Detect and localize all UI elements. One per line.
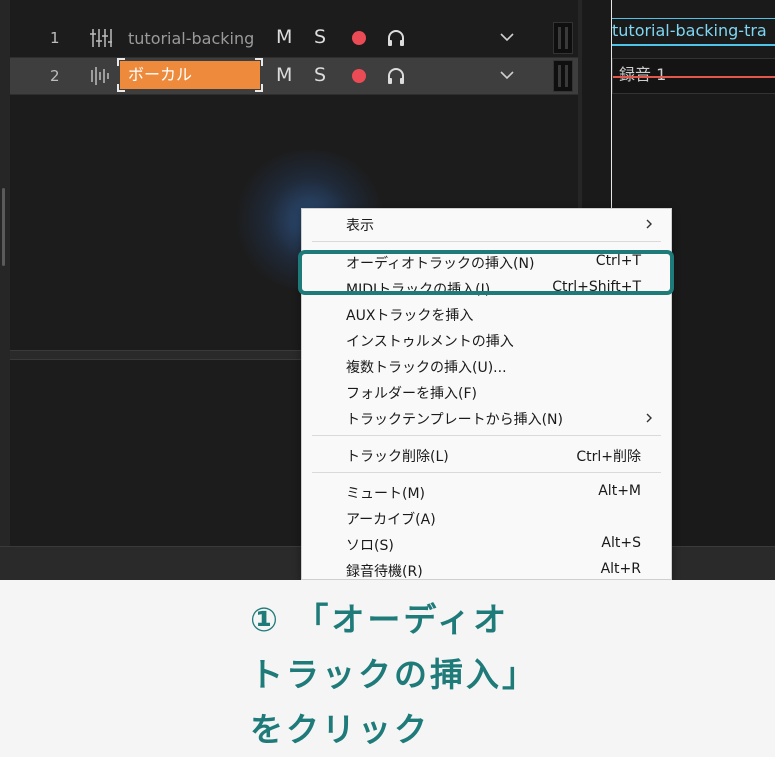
fader-icon bbox=[90, 29, 112, 47]
chevron-down-icon[interactable] bbox=[500, 70, 514, 80]
record-icon[interactable] bbox=[352, 69, 366, 83]
track-number: 2 bbox=[50, 67, 60, 85]
left-strip bbox=[0, 0, 10, 580]
caption-line: トラックの挿入」 bbox=[250, 655, 538, 694]
menu-item-label: インストゥルメントの挿入 bbox=[346, 334, 514, 350]
menu-item-label: AUXトラックを挿入 bbox=[346, 308, 474, 324]
tutorial-caption: ① 「オーディオ トラックの挿入」 をクリック bbox=[250, 592, 750, 757]
menu-item-label: 録音待機(R) bbox=[346, 564, 423, 580]
level-meter bbox=[553, 22, 573, 54]
resize-handle[interactable] bbox=[2, 188, 5, 266]
solo-button[interactable]: S bbox=[314, 26, 326, 48]
track-name[interactable]: tutorial-backing bbox=[128, 29, 254, 48]
daw-window: 1 tutorial-backing M S 2 ボーカル M S tutori… bbox=[0, 0, 775, 580]
level-meter bbox=[553, 60, 573, 92]
audio-clip-2[interactable]: 録音 1 bbox=[612, 58, 775, 94]
menu-item-label: フォルダーを挿入(F) bbox=[346, 386, 477, 402]
menu-item-shortcut: Alt+R bbox=[600, 561, 641, 577]
menu-item-record-arm[interactable]: 録音待機(R) Alt+R bbox=[302, 557, 671, 580]
menu-item-label: トラックテンプレートから挿入(N) bbox=[346, 412, 563, 428]
track-number: 1 bbox=[50, 29, 60, 47]
mute-button[interactable]: M bbox=[276, 64, 292, 86]
menu-item-archive[interactable]: アーカイブ(A) bbox=[302, 505, 671, 531]
caption-line: をクリック bbox=[250, 710, 430, 749]
chevron-right-icon bbox=[646, 413, 652, 423]
menu-item-insert-aux-track[interactable]: AUXトラックを挿入 bbox=[302, 301, 671, 327]
mute-button[interactable]: M bbox=[276, 26, 292, 48]
solo-button[interactable]: S bbox=[314, 64, 326, 86]
record-icon[interactable] bbox=[352, 31, 366, 45]
track-name-input[interactable]: ボーカル bbox=[117, 58, 263, 92]
chevron-down-icon[interactable] bbox=[500, 32, 514, 42]
highlight-box bbox=[298, 250, 674, 295]
headphones-icon[interactable] bbox=[386, 66, 406, 86]
menu-item-insert-from-template[interactable]: トラックテンプレートから挿入(N) bbox=[302, 405, 671, 431]
track-row-2[interactable]: 2 ボーカル M S bbox=[10, 58, 578, 94]
chevron-right-icon bbox=[646, 219, 652, 229]
menu-item-label: 表示 bbox=[346, 218, 374, 234]
menu-item-mute[interactable]: ミュート(M) Alt+M bbox=[302, 479, 671, 505]
track-row-1[interactable]: 1 tutorial-backing M S bbox=[10, 20, 578, 56]
menu-item-shortcut: Ctrl+削除 bbox=[576, 449, 641, 465]
menu-item-shortcut: Alt+M bbox=[598, 483, 641, 499]
menu-item-delete-track[interactable]: トラック削除(L) Ctrl+削除 bbox=[302, 442, 671, 468]
track-name-text: ボーカル bbox=[128, 65, 193, 84]
audio-clip-1[interactable]: tutorial-backing-tra bbox=[612, 18, 775, 46]
menu-item-label: トラック削除(L) bbox=[346, 449, 449, 465]
clip-label: 録音 1 bbox=[619, 65, 667, 84]
menu-item-label: ソロ(S) bbox=[346, 538, 394, 554]
menu-item-view[interactable]: 表示 bbox=[302, 211, 671, 237]
menu-item-insert-multiple-tracks[interactable]: 複数トラックの挿入(U)... bbox=[302, 353, 671, 379]
menu-item-solo[interactable]: ソロ(S) Alt+S bbox=[302, 531, 671, 557]
menu-item-label: 複数トラックの挿入(U)... bbox=[346, 360, 507, 376]
waveform-icon bbox=[91, 67, 109, 85]
caption-line: ① 「オーディオ bbox=[250, 600, 510, 639]
menu-item-insert-instrument[interactable]: インストゥルメントの挿入 bbox=[302, 327, 671, 353]
menu-item-label: アーカイブ(A) bbox=[346, 512, 436, 528]
menu-item-label: ミュート(M) bbox=[346, 486, 426, 502]
clip-label: tutorial-backing-tra bbox=[612, 21, 767, 40]
menu-item-insert-folder[interactable]: フォルダーを挿入(F) bbox=[302, 379, 671, 405]
menu-item-shortcut: Alt+S bbox=[601, 535, 641, 551]
headphones-icon[interactable] bbox=[386, 28, 406, 48]
